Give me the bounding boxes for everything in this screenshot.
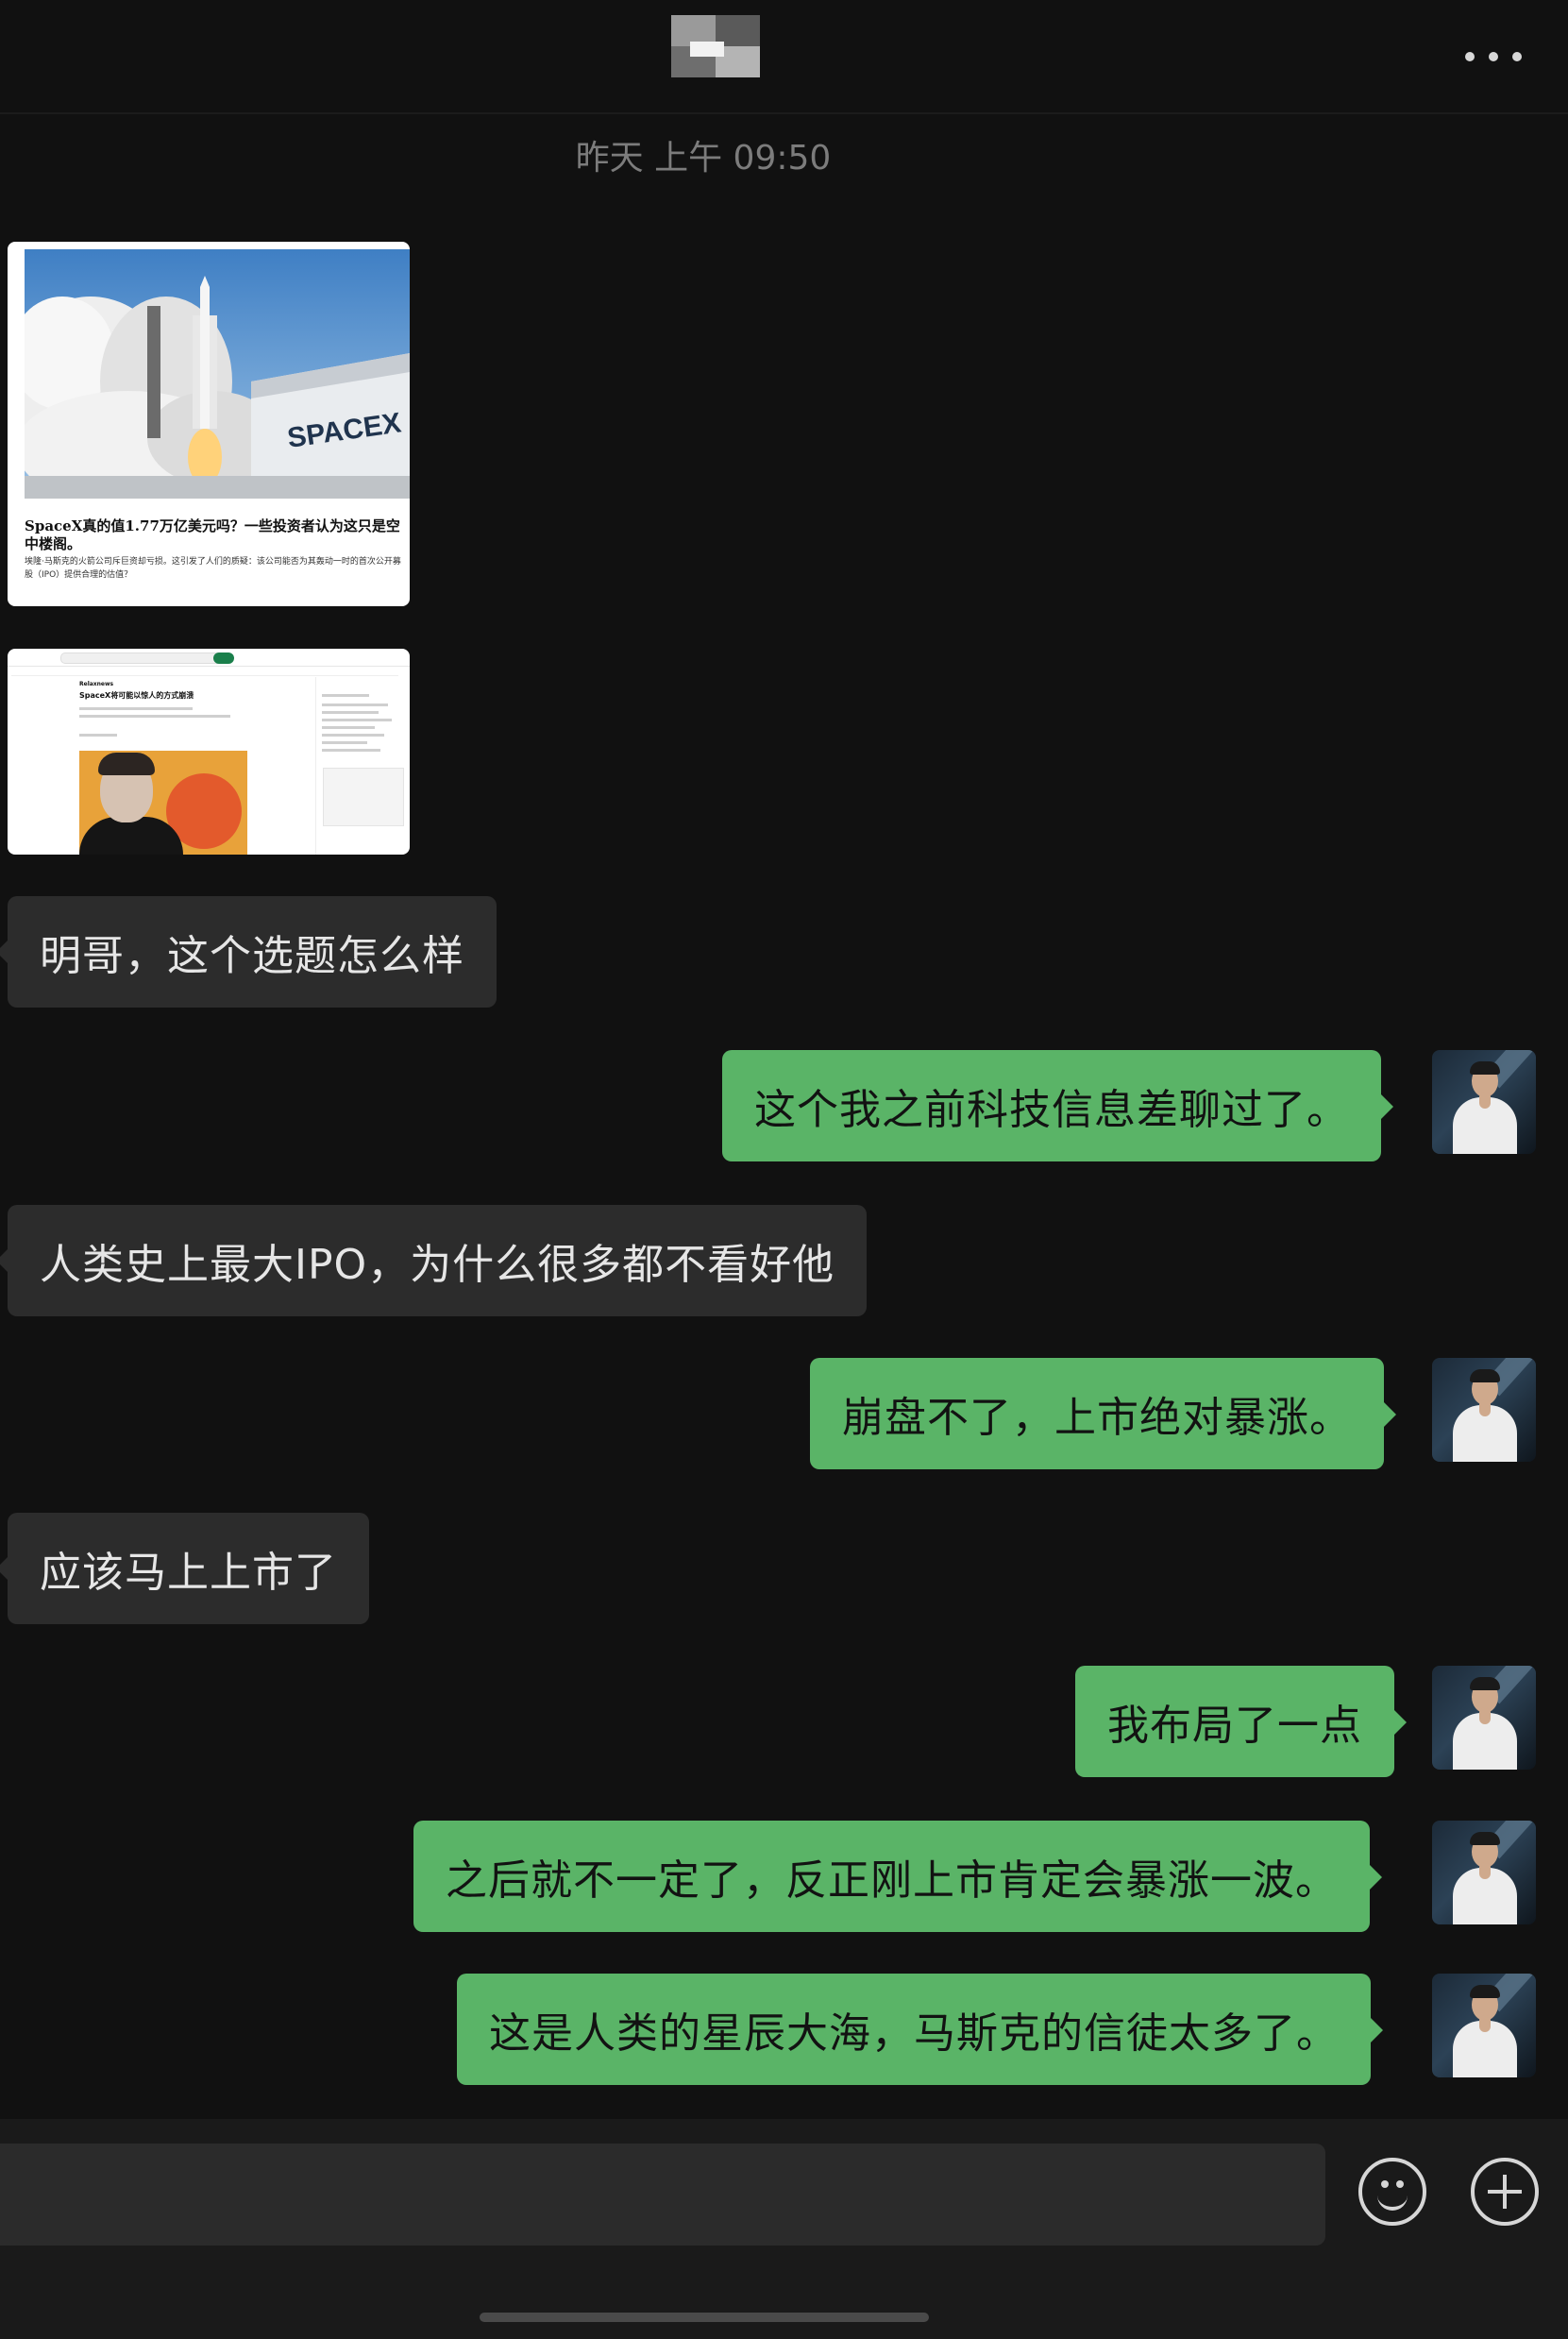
webpage-sidebar [315, 677, 405, 855]
my-avatar[interactable] [1432, 1050, 1536, 1154]
my-avatar[interactable] [1432, 1821, 1536, 1924]
home-indicator[interactable] [480, 2313, 929, 2322]
message-bubble-incoming[interactable]: 应该马上上市了 [0, 1513, 369, 1624]
message-timestamp: 昨天 上午 09:50 [575, 139, 832, 178]
webpage-ad-box [323, 768, 404, 826]
rocket-launch-photo: SPACEX [25, 249, 410, 499]
message-bubble-outgoing[interactable]: 崩盘不了，上市绝对暴涨。 [810, 1358, 1396, 1469]
article-headline: SpaceX真的值1.77万亿美元吗？一些投资者认为这只是空中楼阁。 [25, 517, 400, 552]
plus-circle-icon[interactable] [1471, 2158, 1539, 2226]
chat-header [0, 0, 1568, 114]
smiley-icon[interactable] [1358, 2158, 1426, 2226]
message-input[interactable] [0, 2144, 1325, 2246]
my-avatar[interactable] [1432, 1666, 1536, 1770]
message-bubble-outgoing[interactable]: 之后就不一定了，反正刚上市肯定会暴涨一波。 [413, 1821, 1382, 1932]
portrait-photo [79, 751, 247, 855]
article-summary: 埃隆·马斯克的火箭公司斥巨资却亏损。这引发了人们的质疑：该公司能否为其轰动一时的… [25, 557, 401, 580]
message-bubble-outgoing[interactable]: 这是人类的星辰大海，马斯克的信徒太多了。 [457, 1974, 1383, 2085]
my-avatar[interactable] [1432, 1974, 1536, 2077]
message-bubble-outgoing[interactable]: 我布局了一点 [1075, 1666, 1407, 1777]
message-bubble-outgoing[interactable]: 这个我之前科技信息差聊过了。 [722, 1050, 1393, 1161]
contact-avatar[interactable] [671, 15, 760, 77]
photo-caption [25, 500, 396, 509]
image-message-webpage[interactable]: Relaxnews SpaceX将可能以惊人的方式崩溃 [8, 649, 410, 855]
more-options-icon[interactable] [1465, 38, 1522, 76]
my-avatar[interactable] [1432, 1358, 1536, 1462]
image-message-article[interactable]: SPACEX SpaceX真的值1.77万亿美元吗？一些投资者认为这只是空中楼阁… [8, 242, 410, 606]
webpage-section: Relaxnews [79, 681, 114, 687]
message-bubble-incoming[interactable]: 明哥，这个选题怎么样 [0, 896, 497, 1008]
webpage-topbar [8, 649, 410, 667]
webpage-article-title: SpaceX将可能以惊人的方式崩溃 [79, 691, 194, 700]
message-bubble-incoming[interactable]: 人类史上最大IPO，为什么很多都不看好他 [0, 1205, 868, 1316]
